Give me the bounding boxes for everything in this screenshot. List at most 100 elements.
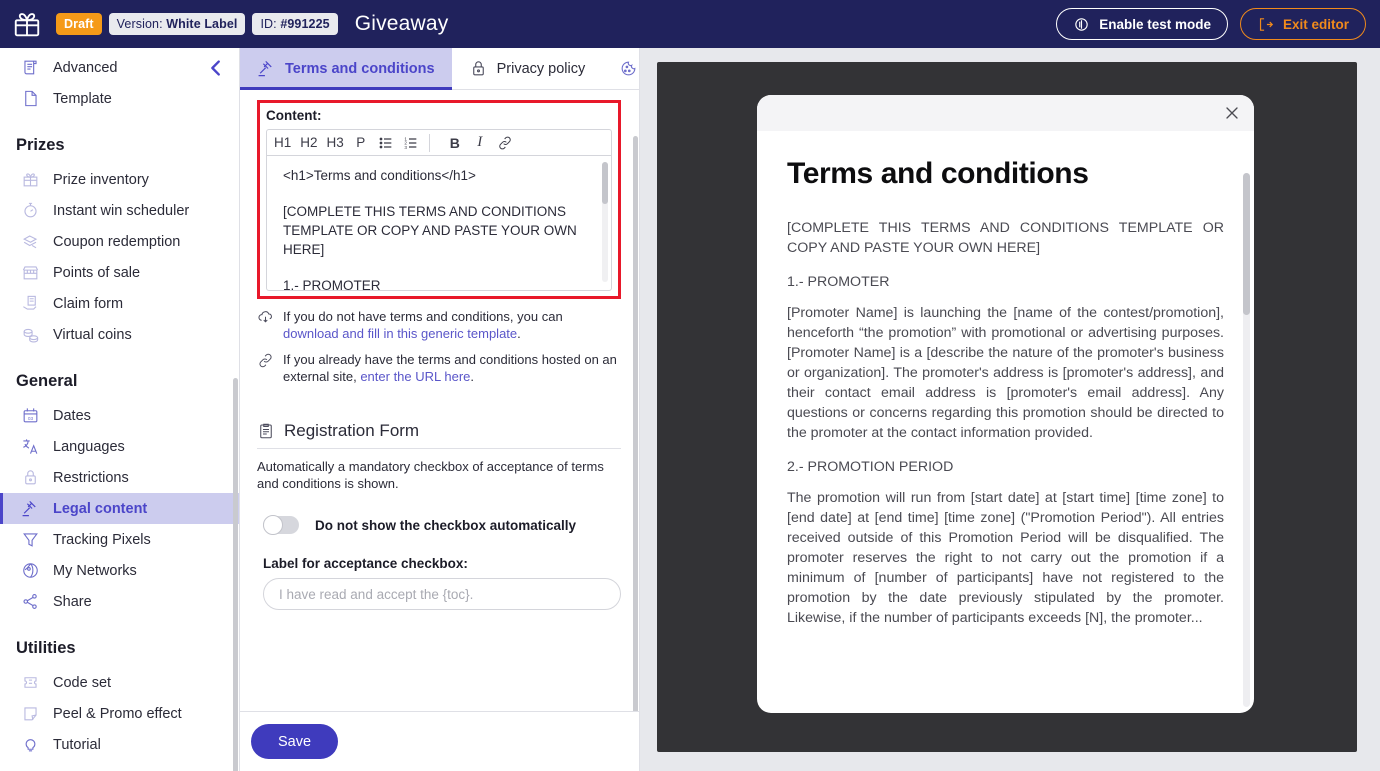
hint-text: If you do not have terms and conditions,… (283, 308, 621, 342)
toggle-knob (263, 515, 283, 535)
heading-3-button[interactable]: H3 (324, 133, 347, 153)
bullet-list-icon[interactable] (375, 133, 397, 153)
cloud-download-icon (257, 309, 274, 326)
hide-checkbox-toggle-label: Do not show the checkbox automatically (315, 517, 577, 533)
hint-external-url: If you already have the terms and condit… (257, 351, 621, 385)
network-globe-icon (21, 561, 40, 580)
rich-text-editor[interactable]: H1 H2 H3 P 1 2 3 B I <h1>Terms and condi… (266, 129, 612, 291)
share-icon (21, 592, 40, 611)
id-value: #991225 (280, 17, 330, 31)
version-badge: Version: White Label (108, 13, 246, 35)
sidebar-item-label: Code set (53, 674, 112, 691)
top-bar-actions: Enable test mode Exit editor (1056, 8, 1366, 40)
modal-paragraph: The promotion will run from [start date]… (787, 490, 1224, 626)
version-value: White Label (166, 17, 238, 31)
id-badge: ID: #991225 (252, 13, 338, 35)
tab-privacy-policy[interactable]: Privacy policy (452, 48, 603, 89)
hint-text: If you already have the terms and condit… (283, 351, 621, 385)
sidebar-item-label: Instant win scheduler (53, 202, 190, 219)
toolbar-divider (428, 133, 430, 152)
sidebar-item-label: My Networks (53, 562, 137, 579)
download-template-link[interactable]: download and fill in this generic templa… (283, 326, 517, 341)
cookie-icon (619, 59, 638, 78)
sidebar-item-label: Points of sale (53, 264, 141, 281)
heading-1-button[interactable]: H1 (271, 133, 294, 153)
sidebar-item-dates[interactable]: 03 Dates (0, 400, 239, 431)
enable-test-mode-button[interactable]: Enable test mode (1056, 8, 1228, 40)
preview-panel: Terms and conditions [COMPLETE THIS TERM… (640, 48, 1380, 771)
modal-body: Terms and conditions [COMPLETE THIS TERM… (757, 131, 1254, 713)
sidebar-item-tutorial[interactable]: Tutorial (0, 729, 239, 760)
sidebar-item-share[interactable]: Share (0, 586, 239, 617)
sidebar-item-claim-form[interactable]: Claim form (0, 288, 239, 319)
hide-checkbox-toggle[interactable] (263, 515, 299, 535)
editor-line: 1.- PROMOTER (283, 278, 381, 290)
sidebar-scroll: Advanced Template Prizes Prize inventory… (0, 48, 239, 771)
funnel-icon (21, 530, 40, 549)
paragraph-button[interactable]: P (350, 133, 372, 153)
enter-url-link[interactable]: enter the URL here (360, 369, 470, 384)
numbered-list-icon[interactable]: 1 2 3 (400, 133, 422, 153)
content-editor-textarea[interactable]: <h1>Terms and conditions</h1> [COMPLETE … (267, 156, 611, 290)
sidebar-item-languages[interactable]: Languages (0, 431, 239, 462)
sidebar-item-instant-win-scheduler[interactable]: Instant win scheduler (0, 195, 239, 226)
peel-icon (21, 704, 40, 723)
sidebar-group-general: General (16, 372, 78, 390)
acceptance-checkbox-label-title: Label for acceptance checkbox: (263, 556, 468, 571)
ticket-icon (21, 673, 40, 692)
modal-scrollbar-thumb[interactable] (1243, 173, 1250, 315)
hint-text-suffix: . (517, 326, 521, 341)
exit-editor-button[interactable]: Exit editor (1239, 8, 1366, 40)
calendar-icon: 03 (21, 406, 40, 425)
preview-stage: Terms and conditions [COMPLETE THIS TERM… (657, 62, 1357, 752)
version-label: Version: (116, 17, 163, 31)
section-divider (257, 448, 621, 449)
sidebar-item-my-networks[interactable]: My Networks (0, 555, 239, 586)
claim-hand-icon (21, 294, 40, 313)
save-button[interactable]: Save (251, 724, 339, 759)
link-icon (257, 352, 274, 369)
settings-scrollbar[interactable] (633, 136, 638, 711)
sidebar-item-label: Share (53, 593, 92, 610)
modal-paragraph: [COMPLETE THIS TERMS AND CONDITIONS TEMP… (787, 220, 1224, 256)
svg-text:03: 03 (28, 416, 34, 422)
id-label: ID: (260, 17, 277, 31)
sidebar-item-legal-content[interactable]: Legal content (0, 493, 239, 524)
sidebar-item-label: Coupon redemption (53, 233, 181, 250)
sidebar-scrollbar[interactable] (233, 378, 238, 771)
sidebar-item-peel-promo-effect[interactable]: Peel & Promo effect (0, 698, 239, 729)
sidebar-item-virtual-coins[interactable]: Virtual coins (0, 319, 239, 350)
sidebar-item-tracking-pixels[interactable]: Tracking Pixels (0, 524, 239, 555)
terms-modal: Terms and conditions [COMPLETE THIS TERM… (757, 95, 1254, 713)
sidebar-item-points-of-sale[interactable]: Points of sale (0, 257, 239, 288)
sidebar-item-code-set[interactable]: Code set (0, 667, 239, 698)
sidebar-item-label: Prize inventory (53, 171, 149, 188)
tab-label: Privacy policy (496, 60, 586, 77)
toggle-circle-icon (1073, 16, 1090, 33)
sidebar-item-prize-inventory[interactable]: Prize inventory (0, 164, 239, 195)
editor-scrollbar-thumb[interactable] (602, 162, 608, 204)
editor-app: Draft Version: White Label ID: #991225 G… (0, 0, 1380, 771)
modal-section-heading: 2.- PROMOTION PERIOD (787, 459, 954, 475)
tab-label: Terms and conditions (285, 60, 435, 77)
sidebar-item-template[interactable]: Template (0, 83, 239, 114)
enable-test-mode-label: Enable test mode (1099, 16, 1211, 32)
close-icon[interactable] (1222, 103, 1242, 123)
modal-title: Terms and conditions (787, 157, 1089, 190)
bold-button[interactable]: B (444, 133, 466, 153)
sidebar-item-label: Dates (53, 407, 91, 424)
chevron-left-icon[interactable] (205, 57, 227, 79)
stopwatch-icon (21, 201, 40, 220)
settings-scroll-area: Content: H1 H2 H3 P 1 2 3 B I <h1>Terms … (240, 90, 639, 711)
sidebar-item-coupon-redemption[interactable]: Coupon redemption (0, 226, 239, 257)
sidebar-item-advanced[interactable]: Advanced (0, 52, 239, 83)
sidebar-item-label: Restrictions (53, 469, 129, 486)
status-badge: Draft (56, 13, 102, 35)
italic-button[interactable]: I (469, 133, 491, 153)
tab-terms-and-conditions[interactable]: Terms and conditions (240, 48, 452, 90)
content-highlight-box: Content: H1 H2 H3 P 1 2 3 B I <h1>Terms … (257, 100, 621, 299)
link-icon[interactable] (494, 133, 516, 153)
acceptance-checkbox-label-input[interactable] (263, 578, 621, 610)
heading-2-button[interactable]: H2 (297, 133, 320, 153)
sidebar-item-restrictions[interactable]: Restrictions (0, 462, 239, 493)
